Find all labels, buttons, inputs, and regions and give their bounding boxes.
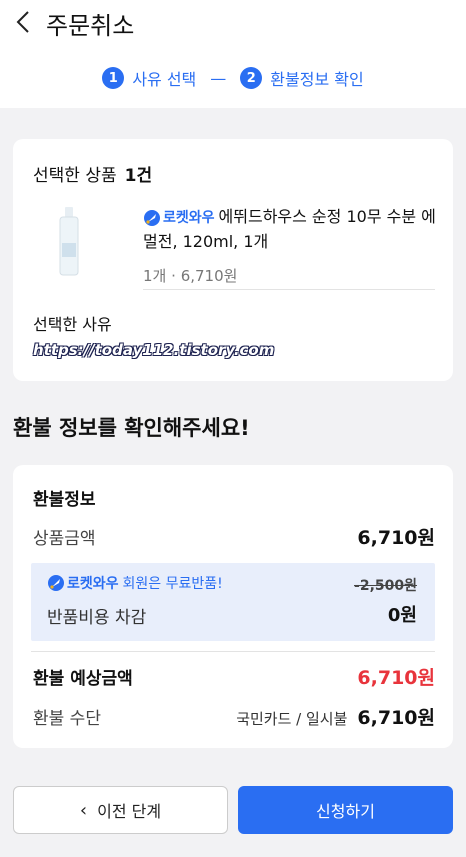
step-2-label: 환불정보 확인 (270, 70, 364, 89)
step-1-label: 사유 선택 (132, 70, 197, 89)
product-meta: 1개 · 6,710원 (143, 265, 237, 286)
return-fee-value: 0원 (387, 605, 417, 626)
refund-info-card: 환불정보 상품금액 6,710원 로켓와우 회원은 무료반품! -2,500원 … (13, 465, 453, 748)
product-quantity: 1개 (143, 267, 167, 285)
product-thumbnail (59, 207, 79, 276)
meta-dot: · (171, 267, 176, 285)
reason-label: 선택한 사유 (33, 315, 112, 334)
original-return-fee: -2,500원 (354, 578, 417, 594)
refund-method-label: 환불 수단 (33, 709, 101, 729)
selected-product-heading: 선택한 상품 1건 (33, 161, 152, 186)
step-indicator: 1 사유 선택 — 2 환불정보 확인 (0, 64, 466, 92)
refund-method-value: 국민카드 / 일시불 (236, 710, 348, 728)
refund-section-title: 환불 정보를 확인해주세요! (13, 416, 250, 440)
chevron-left-icon: ‹ (79, 799, 88, 821)
step-1-number: 1 (102, 67, 125, 89)
promo-text: 로켓와우 회원은 무료반품! (47, 573, 223, 593)
product-price: 6,710원 (180, 267, 238, 285)
rocket-icon (144, 209, 160, 226)
step-separator: — (210, 68, 227, 88)
product-name: 로켓와우 에뛰드하우스 순정 10무 수분 에멀전, 120ml, 1개 (143, 205, 443, 254)
product-amount-label: 상품금액 (33, 529, 96, 549)
step-2-number: 2 (240, 67, 263, 89)
rocket-wow-badge: 로켓와우 (143, 206, 215, 230)
refund-info-title: 환불정보 (33, 490, 96, 510)
reason-value: https://today112.tistory.com (33, 341, 275, 359)
rocket-wow-badge: 로켓와우 (47, 573, 119, 593)
refund-method-detail: 국민카드 / 일시불 6,710원 (236, 703, 435, 730)
product-amount-value: 6,710원 (357, 527, 435, 549)
promo-rocket-label: 로켓와우 (67, 576, 119, 592)
previous-step-button[interactable]: ‹ 이전 단계 (13, 786, 228, 834)
expected-refund-row: 환불 예상금액 6,710원 (33, 663, 435, 690)
return-fee-label: 반품비용 차감 (47, 608, 147, 628)
selected-product-card: 선택한 상품 1건 로켓와우 에뛰드하우스 순정 10무 수분 에멀전, 120m… (13, 139, 453, 381)
selected-product-label: 선택한 상품 (33, 166, 117, 186)
refund-method-amount: 6,710원 (357, 707, 435, 729)
apply-button[interactable]: 신청하기 (238, 786, 453, 834)
page-title: 주문취소 (46, 12, 135, 40)
back-arrow-icon[interactable] (10, 6, 38, 38)
selected-product-count: 1건 (124, 166, 153, 186)
previous-step-label: 이전 단계 (97, 802, 162, 821)
expected-refund-value: 6,710원 (357, 667, 435, 689)
refund-method-row: 환불 수단 국민카드 / 일시불 6,710원 (33, 703, 435, 730)
promo-message: 회원은 무료반품! (122, 576, 223, 592)
divider (31, 651, 435, 652)
free-return-promo: 로켓와우 회원은 무료반품! -2,500원 반품비용 차감 0원 (31, 563, 435, 641)
divider (143, 289, 435, 290)
rocket-wow-label: 로켓와우 (163, 209, 215, 226)
product-amount-row: 상품금액 6,710원 (33, 523, 435, 550)
expected-refund-label: 환불 예상금액 (33, 669, 133, 689)
top-bar: 주문취소 1 사유 선택 — 2 환불정보 확인 (0, 0, 466, 108)
rocket-icon (48, 575, 64, 591)
